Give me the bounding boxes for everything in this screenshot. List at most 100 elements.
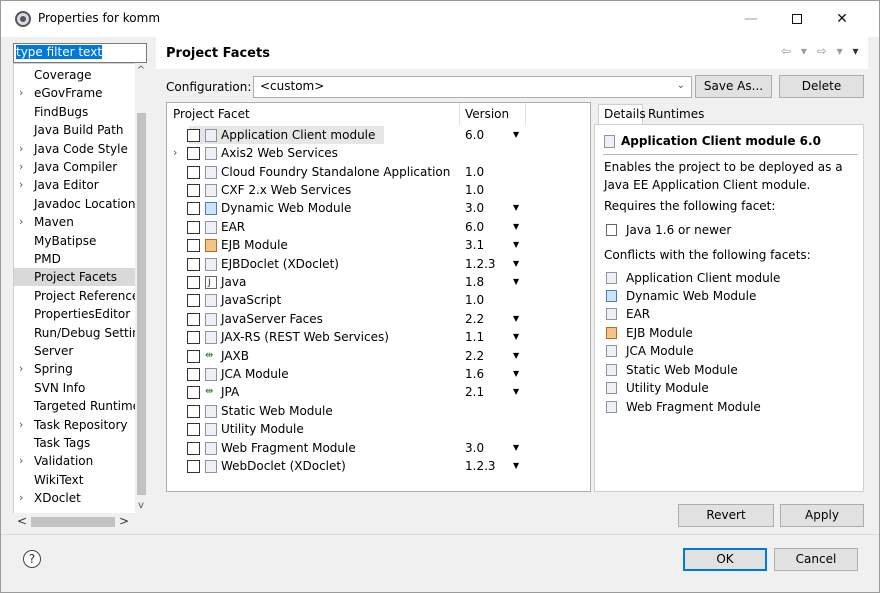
version-dropdown-icon[interactable]: ▼ bbox=[513, 383, 519, 401]
nav-item-task-tags[interactable]: Task Tags bbox=[14, 434, 137, 452]
version-dropdown-icon[interactable]: ▼ bbox=[513, 457, 519, 475]
facet-row[interactable]: WebDoclet (XDoclet) 1.2.3 ▼ bbox=[167, 457, 590, 475]
facet-checkbox[interactable] bbox=[187, 442, 200, 455]
chevron-right-icon[interactable]: › bbox=[19, 84, 23, 102]
facet-row[interactable]: CXF 2.x Web Services 1.0 bbox=[167, 181, 590, 199]
close-button[interactable]: ✕ bbox=[822, 7, 862, 31]
facet-checkbox[interactable] bbox=[187, 313, 200, 326]
view-menu-icon[interactable]: ▾ bbox=[852, 44, 861, 58]
facet-checkbox[interactable] bbox=[187, 368, 200, 381]
nav-item-svn-info[interactable]: SVN Info bbox=[14, 379, 137, 397]
facet-row[interactable]: JCA Module 1.6 ▼ bbox=[167, 365, 590, 383]
help-icon[interactable]: ? bbox=[23, 550, 41, 568]
facet-row[interactable]: EJB Module 3.1 ▼ bbox=[167, 236, 590, 254]
delete-button[interactable]: Delete bbox=[779, 75, 864, 98]
facet-checkbox[interactable] bbox=[187, 423, 200, 436]
facet-checkbox[interactable] bbox=[187, 386, 200, 399]
facet-checkbox[interactable] bbox=[187, 350, 200, 363]
maximize-button[interactable] bbox=[777, 7, 817, 31]
facet-row[interactable]: Dynamic Web Module 3.0 ▼ bbox=[167, 199, 590, 217]
tab-details[interactable]: Details bbox=[598, 104, 646, 124]
apply-button[interactable]: Apply bbox=[780, 504, 864, 527]
facet-checkbox[interactable] bbox=[187, 258, 200, 271]
chevron-right-icon[interactable]: › bbox=[19, 452, 23, 470]
property-page-tree[interactable]: Coverage › eGovFrame FindBugs Java Build … bbox=[13, 63, 147, 518]
chevron-right-icon[interactable]: › bbox=[19, 489, 23, 507]
facet-row[interactable]: Utility Module bbox=[167, 420, 590, 438]
minimize-button[interactable]: — bbox=[731, 7, 771, 31]
nav-item-validation[interactable]: › Validation bbox=[14, 452, 137, 470]
nav-item-server[interactable]: Server bbox=[14, 342, 137, 360]
nav-item-xdoclet[interactable]: › XDoclet bbox=[14, 489, 137, 507]
facet-checkbox[interactable] bbox=[187, 147, 200, 160]
version-dropdown-icon[interactable]: ▼ bbox=[513, 126, 519, 144]
version-dropdown-icon[interactable]: ▼ bbox=[513, 273, 519, 291]
facet-row[interactable]: Cloud Foundry Standalone Application 1.0 bbox=[167, 163, 590, 181]
facet-row[interactable]: EJBDoclet (XDoclet) 1.2.3 ▼ bbox=[167, 255, 590, 273]
cancel-button[interactable]: Cancel bbox=[774, 548, 858, 571]
facet-checkbox[interactable] bbox=[187, 239, 200, 252]
facet-checkbox[interactable] bbox=[187, 184, 200, 197]
nav-item-targeted-runtimes[interactable]: Targeted Runtimes bbox=[14, 397, 137, 415]
column-divider[interactable] bbox=[525, 103, 526, 125]
facet-checkbox[interactable] bbox=[187, 276, 200, 289]
nav-item-pmd[interactable]: PMD bbox=[14, 250, 137, 268]
column-header-version[interactable]: Version bbox=[465, 107, 509, 121]
facet-row[interactable]: JavaServer Faces 2.2 ▼ bbox=[167, 310, 590, 328]
nav-item-mybatipse[interactable]: MyBatipse bbox=[14, 232, 137, 250]
version-dropdown-icon[interactable]: ▼ bbox=[513, 218, 519, 236]
column-divider[interactable] bbox=[459, 103, 460, 125]
column-header-facet[interactable]: Project Facet bbox=[173, 107, 250, 121]
scroll-down-icon[interactable]: v bbox=[135, 500, 147, 511]
nav-item-javadoc-location[interactable]: Javadoc Location bbox=[14, 195, 137, 213]
nav-item-egovframe[interactable]: › eGovFrame bbox=[14, 84, 137, 102]
version-dropdown-icon[interactable]: ▼ bbox=[513, 310, 519, 328]
version-dropdown-icon[interactable]: ▼ bbox=[513, 328, 519, 346]
facet-checkbox[interactable] bbox=[187, 294, 200, 307]
facet-row[interactable]: JavaScript 1.0 bbox=[167, 291, 590, 309]
nav-item-project-facets[interactable]: Project Facets bbox=[14, 268, 137, 286]
facet-row[interactable]: Application Client module 6.0 ▼ bbox=[167, 126, 590, 144]
facet-row[interactable]: JAX-RS (REST Web Services) 1.1 ▼ bbox=[167, 328, 590, 346]
version-dropdown-icon[interactable]: ▼ bbox=[513, 199, 519, 217]
scroll-right-icon[interactable]: > bbox=[119, 514, 129, 528]
facet-checkbox[interactable] bbox=[187, 129, 200, 142]
facet-row[interactable]: EAR 6.0 ▼ bbox=[167, 218, 590, 236]
scroll-thumb[interactable] bbox=[137, 113, 146, 495]
chevron-right-icon[interactable]: › bbox=[19, 360, 23, 378]
nav-item-properties-editor[interactable]: PropertiesEditor bbox=[14, 305, 137, 323]
nav-item-java-code-style[interactable]: › Java Code Style bbox=[14, 140, 137, 158]
nav-vertical-scrollbar[interactable]: ^ v bbox=[135, 63, 147, 518]
version-dropdown-icon[interactable]: ▼ bbox=[513, 236, 519, 254]
nav-item-java-compiler[interactable]: › Java Compiler bbox=[14, 158, 137, 176]
version-dropdown-icon[interactable]: ▼ bbox=[513, 347, 519, 365]
chevron-right-icon[interactable]: › bbox=[19, 416, 23, 434]
save-as-button[interactable]: Save As... bbox=[695, 75, 772, 98]
chevron-right-icon[interactable]: › bbox=[19, 213, 23, 231]
nav-item-wikitext[interactable]: WikiText bbox=[14, 471, 137, 489]
nav-item-java-editor[interactable]: › Java Editor bbox=[14, 176, 137, 194]
chevron-right-icon[interactable]: › bbox=[19, 158, 23, 176]
facet-checkbox[interactable] bbox=[187, 166, 200, 179]
version-dropdown-icon[interactable]: ▼ bbox=[513, 365, 519, 383]
ok-button[interactable]: OK bbox=[683, 548, 767, 571]
nav-horizontal-scrollbar[interactable]: < > bbox=[13, 513, 135, 531]
chevron-right-icon[interactable]: › bbox=[19, 140, 23, 158]
filter-input[interactable]: type filter text bbox=[13, 43, 147, 63]
scroll-up-icon[interactable]: ^ bbox=[135, 65, 147, 76]
nav-item-java-build-path[interactable]: Java Build Path bbox=[14, 121, 137, 139]
facet-row[interactable]: ⇹ JPA 2.1 ▼ bbox=[167, 383, 590, 401]
facet-row[interactable]: Java 1.8 ▼ bbox=[167, 273, 590, 292]
facet-checkbox[interactable] bbox=[187, 202, 200, 215]
back-arrow-icon[interactable]: ⇦ ▾ bbox=[781, 44, 810, 58]
nav-item-findbugs[interactable]: FindBugs bbox=[14, 103, 137, 121]
facet-checkbox[interactable] bbox=[187, 460, 200, 473]
forward-arrow-icon[interactable]: ⇨ ▾ bbox=[817, 44, 846, 58]
facets-table[interactable]: Project Facet Version Application Client… bbox=[166, 102, 591, 492]
facet-checkbox[interactable] bbox=[187, 221, 200, 234]
nav-item-project-references[interactable]: Project References bbox=[14, 287, 137, 305]
facet-row[interactable]: ⇹ JAXB 2.2 ▼ bbox=[167, 347, 590, 365]
expand-icon[interactable]: › bbox=[173, 144, 177, 162]
nav-item-spring[interactable]: › Spring bbox=[14, 360, 137, 378]
configuration-select[interactable]: <custom> ⌄ bbox=[253, 76, 692, 98]
